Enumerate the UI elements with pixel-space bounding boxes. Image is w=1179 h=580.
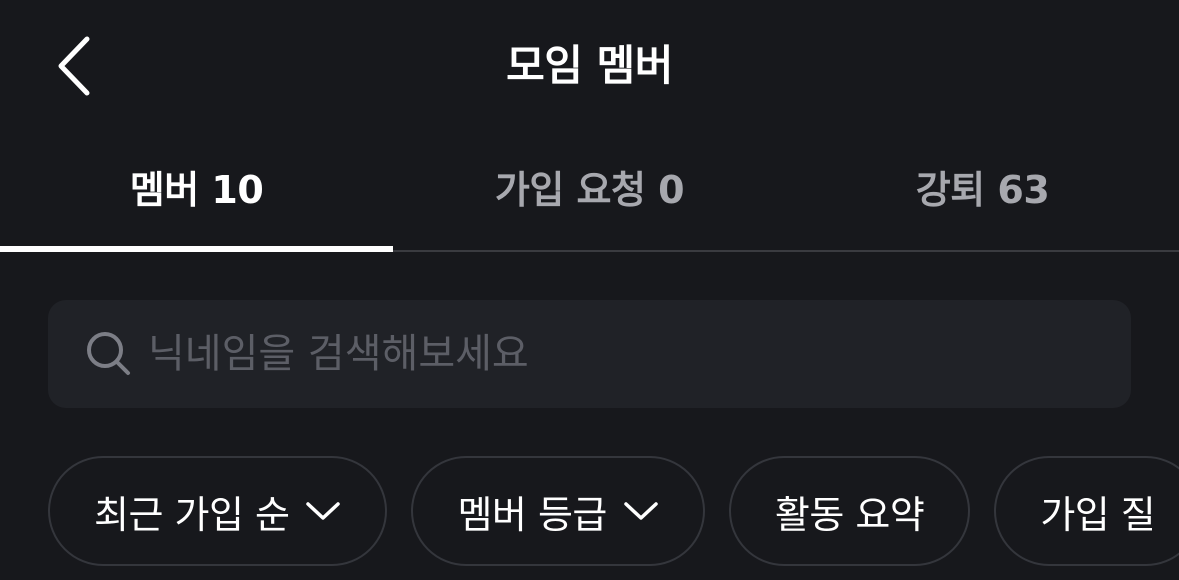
filter-chip-label: 최근 가입 순 [94,492,290,537]
filter-chip-label: 가입 질 [1040,492,1156,537]
search-bar[interactable] [48,300,1131,408]
filter-chip-activity-summary[interactable]: 활동 요약 [728,456,971,566]
tab-kicked[interactable]: 강퇴 63 [786,132,1179,250]
header: 모임 멤버 [0,0,1179,132]
filter-chips: 최근 가입 순 멤버 등급 활동 요약 가입 질 [48,456,1179,570]
filter-chip-join-question[interactable]: 가입 질 [994,456,1179,566]
tab-join-requests[interactable]: 가입 요청 0 [393,132,786,250]
filter-chip-label: 멤버 등급 [457,492,607,537]
tab-bar: 멤버 10 가입 요청 0 강퇴 63 [0,132,1179,252]
tab-members[interactable]: 멤버 10 [0,132,393,252]
filter-chip-grade[interactable]: 멤버 등급 [411,456,705,566]
page-title: 모임 멤버 [506,41,673,90]
filter-chip-label: 활동 요약 [774,492,925,537]
search-input[interactable] [148,324,1131,384]
search-icon [84,329,134,379]
chevron-down-icon [305,500,341,522]
chevron-down-icon [623,500,659,522]
filter-chip-sort[interactable]: 최근 가입 순 [48,456,388,566]
member-management-screen: 모임 멤버 멤버 10 가입 요청 0 강퇴 63 최근 가입 순 멤버 등급 [0,0,1179,580]
